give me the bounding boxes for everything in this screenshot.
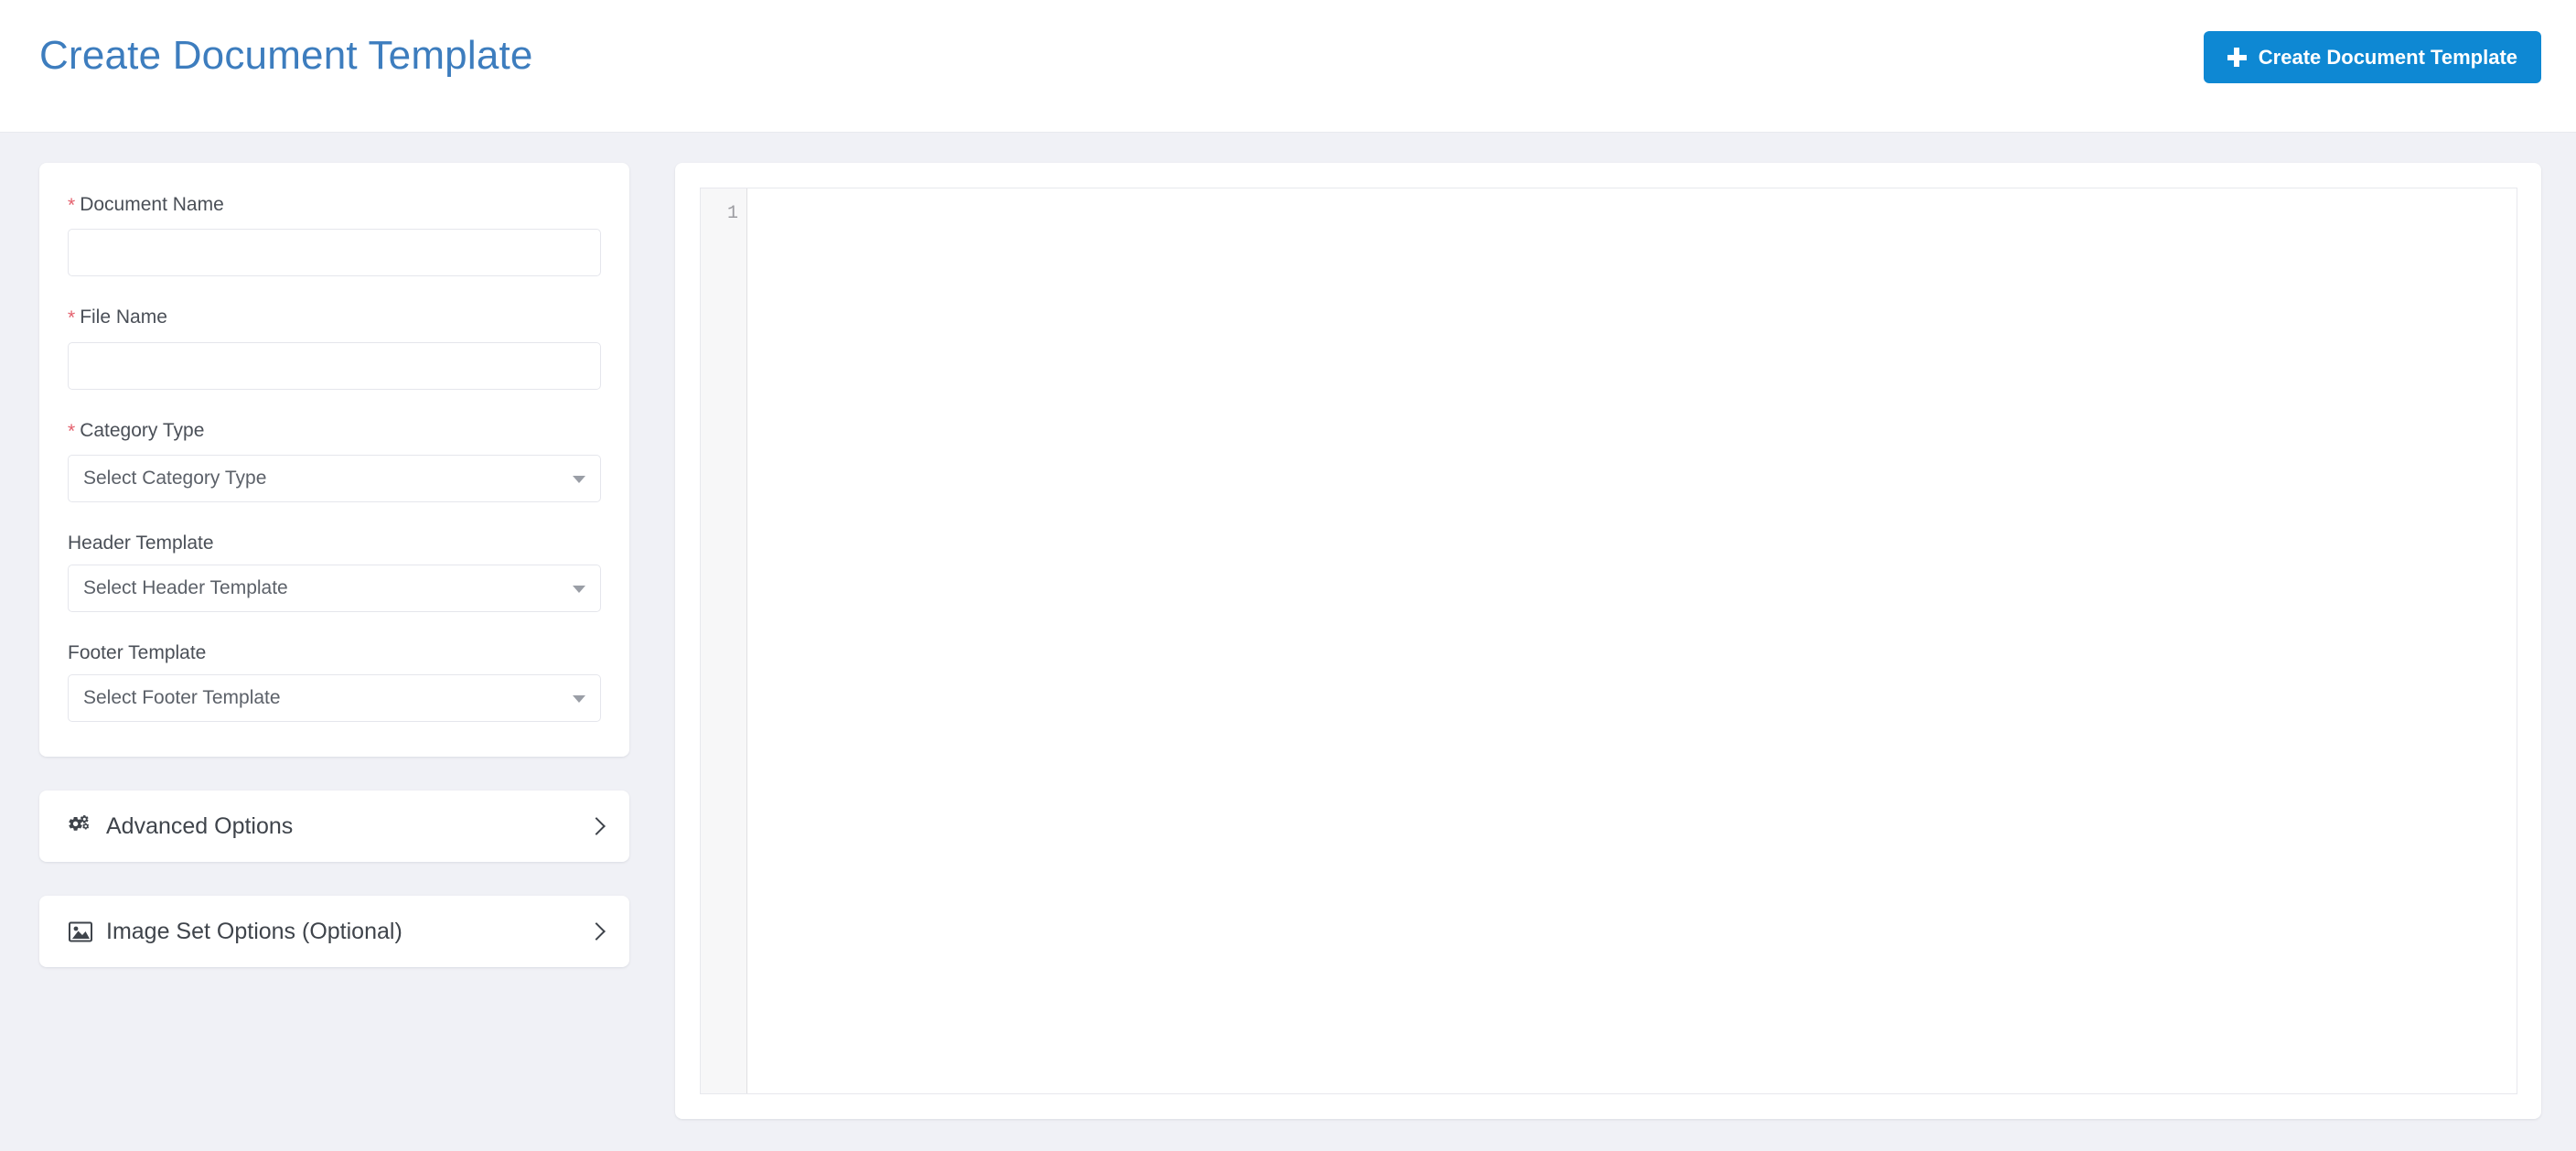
header-template-label-text: Header Template <box>68 532 214 554</box>
document-name-label: * Document Name <box>68 193 601 219</box>
footer-template-label-text: Footer Template <box>68 642 207 664</box>
editor-line-numbers: 1 <box>701 188 747 1093</box>
page-header: Create Document Template Create Document… <box>0 0 2576 133</box>
document-name-input[interactable] <box>68 229 601 277</box>
editor-text-area[interactable] <box>748 188 2517 1093</box>
code-editor[interactable]: 1 <box>700 188 2517 1094</box>
panel-advanced-options[interactable]: Advanced Options <box>39 791 629 863</box>
page-title: Create Document Template <box>39 33 533 78</box>
page-content: * Document Name * File Name * Category Type… <box>0 133 2576 1151</box>
field-footer-template: Footer Template Select Footer Template <box>68 641 601 723</box>
document-name-label-text: Document Name <box>80 194 224 215</box>
footer-template-select[interactable]: Select Footer Template <box>68 674 601 723</box>
category-type-label-text: Category Type <box>80 419 205 441</box>
plus-icon <box>2227 48 2247 67</box>
chevron-right-icon[interactable] <box>589 920 602 942</box>
create-document-template-button-label: Create Document Template <box>2258 45 2517 69</box>
file-name-input[interactable] <box>68 341 601 390</box>
form-column: * Document Name * File Name * Category Type… <box>39 163 629 968</box>
chevron-right-icon[interactable] <box>589 815 602 837</box>
image-icon <box>68 920 93 943</box>
header-template-label: Header Template <box>68 532 601 554</box>
template-editor-card: 1 <box>675 163 2541 1119</box>
file-name-label-text: File Name <box>80 307 167 328</box>
footer-template-label: Footer Template <box>68 641 601 664</box>
category-type-select-wrap: Select Category Type <box>68 455 601 503</box>
document-template-form-card: * Document Name * File Name * Category Type… <box>39 163 629 758</box>
category-type-label: * Category Type <box>68 419 601 445</box>
category-type-select[interactable]: Select Category Type <box>68 455 601 503</box>
panel-advanced-options-title: Advanced Options <box>68 813 293 840</box>
field-header-template: Header Template Select Header Template <box>68 532 601 613</box>
line-number: 1 <box>726 203 738 224</box>
field-category-type: * Category Type Select Category Type <box>68 419 601 503</box>
create-document-template-button[interactable]: Create Document Template <box>2203 31 2541 83</box>
header-template-select[interactable]: Select Header Template <box>68 565 601 613</box>
required-marker: * <box>68 420 76 442</box>
required-marker: * <box>68 307 76 329</box>
header-template-select-wrap: Select Header Template <box>68 565 601 613</box>
required-marker: * <box>68 195 76 216</box>
file-name-label: * File Name <box>68 306 601 331</box>
field-document-name: * Document Name <box>68 193 601 277</box>
footer-template-select-wrap: Select Footer Template <box>68 674 601 723</box>
cogs-icon <box>68 814 93 838</box>
panel-image-set-options[interactable]: Image Set Options (Optional) <box>39 896 629 968</box>
panel-advanced-options-label: Advanced Options <box>106 812 294 839</box>
field-file-name: * File Name <box>68 306 601 390</box>
panel-image-set-options-label: Image Set Options (Optional) <box>106 918 402 944</box>
panel-image-set-options-title: Image Set Options (Optional) <box>68 919 402 945</box>
